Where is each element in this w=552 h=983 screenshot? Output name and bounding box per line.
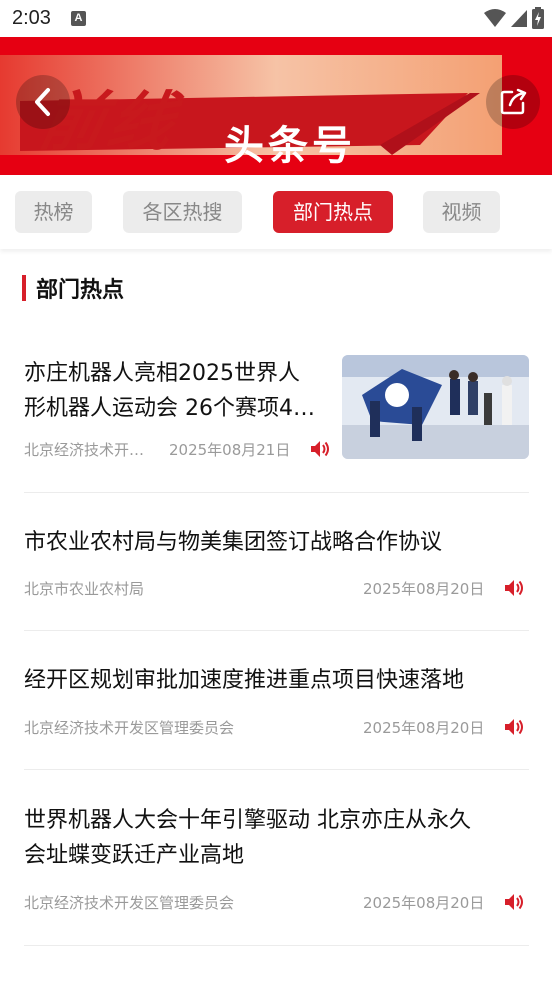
- share-icon: [500, 88, 527, 115]
- status-bar: 2:03 A: [0, 0, 552, 37]
- news-item[interactable]: 经开区规划审批加速度推进重点项目快速落地 北京经济技术开发区管理委员会 2025…: [24, 631, 529, 770]
- share-button[interactable]: [486, 75, 540, 129]
- category-tabs: 热榜 各区热搜 部门热点 视频: [0, 175, 552, 249]
- news-title-line: 形机器人运动会 26个赛项4…: [24, 396, 315, 421]
- banner-artwork: 前线 头条号: [0, 55, 552, 175]
- news-title-line: 会址蝶变跃迁产业高地: [24, 843, 245, 868]
- section-header: 部门热点: [22, 274, 125, 303]
- wifi-icon: [484, 9, 506, 27]
- header-banner: 前线 头条号: [0, 37, 552, 175]
- banner-subtitle: 头条号: [224, 123, 356, 169]
- speaker-icon[interactable]: [504, 579, 524, 597]
- back-button[interactable]: [16, 75, 70, 129]
- news-date: 2025年08月20日: [363, 719, 485, 737]
- news-thumbnail-image: [342, 355, 529, 459]
- news-source: 北京经济技术开…: [24, 441, 145, 459]
- status-time: 2:03: [12, 7, 51, 29]
- news-title-line: 世界机器人大会十年引擎驱动 北京亦庄从永久: [24, 808, 471, 833]
- tab-department-hot[interactable]: 部门热点: [273, 191, 393, 233]
- news-source: 北京经济技术开发区管理委员会: [24, 719, 235, 737]
- news-thumbnail[interactable]: [342, 355, 529, 459]
- tab-video[interactable]: 视频: [423, 191, 500, 233]
- news-title: 亦庄机器人亮相2025世界人 形机器人运动会 26个赛项4…: [24, 356, 344, 426]
- tab-district-search[interactable]: 各区热搜: [123, 191, 242, 233]
- signal-icon: [511, 10, 527, 27]
- news-item[interactable]: 市农业农村局与物美集团签订战略合作协议 北京市农业农村局 2025年08月20日: [24, 493, 529, 631]
- news-date: 2025年08月20日: [363, 894, 485, 912]
- speaker-icon[interactable]: [310, 440, 330, 458]
- news-title: 经开区规划审批加速度推进重点项目快速落地: [24, 668, 465, 693]
- chevron-left-icon: [35, 88, 50, 116]
- news-title-line: 亦庄机器人亮相2025世界人: [24, 361, 300, 386]
- news-date: 2025年08月20日: [363, 580, 485, 598]
- status-icons: [484, 6, 544, 30]
- speaker-icon[interactable]: [504, 718, 524, 736]
- tab-hot-list[interactable]: 热榜: [15, 191, 92, 233]
- section-title: 部门热点: [36, 278, 125, 303]
- news-title: 世界机器人大会十年引擎驱动 北京亦庄从永久 会址蝶变跃迁产业高地: [24, 803, 529, 873]
- notification-icon: A: [71, 11, 86, 26]
- news-date: 2025年08月21日: [169, 441, 291, 459]
- news-item[interactable]: 世界机器人大会十年引擎驱动 北京亦庄从永久 会址蝶变跃迁产业高地 北京经济技术开…: [24, 770, 529, 946]
- news-title: 市农业农村局与物美集团签订战略合作协议: [24, 530, 443, 555]
- battery-icon: [532, 7, 544, 29]
- news-source: 北京市农业农村局: [24, 580, 145, 598]
- section-accent-bar: [22, 275, 26, 301]
- speaker-icon[interactable]: [504, 893, 524, 911]
- news-source: 北京经济技术开发区管理委员会: [24, 894, 235, 912]
